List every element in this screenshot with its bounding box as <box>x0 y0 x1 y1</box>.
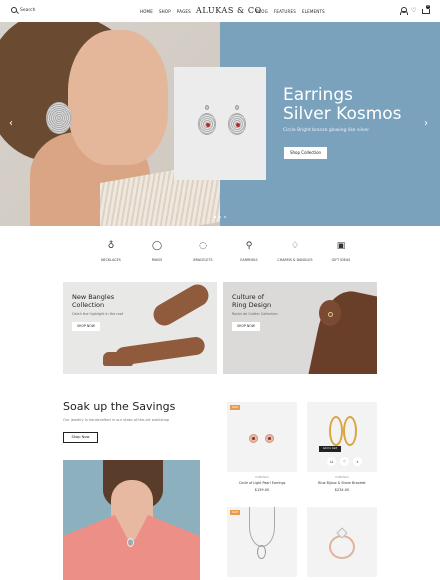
wishlist-icon[interactable]: ♡ <box>340 457 349 466</box>
hero-slider: ‹ › <box>0 22 440 226</box>
quick-actions: ⊔ ♡ ⌕ <box>327 457 362 466</box>
category-rings[interactable]: ◯ RINGS <box>142 240 172 262</box>
nav-right: BLOG FEATURES ELEMENTS <box>256 9 325 14</box>
search-icon <box>11 7 17 13</box>
sale-badge: SALE <box>230 510 240 515</box>
banner-shop-now-button[interactable]: SHOP NOW <box>72 322 100 331</box>
savings-model-image <box>63 460 200 580</box>
nav-item-blog[interactable]: BLOG <box>256 9 268 14</box>
category-earrings[interactable]: ⚲ EARRINGS <box>234 240 264 262</box>
bracelet-icon: ◌ <box>199 241 207 251</box>
shop-collection-button[interactable]: Shop Collection <box>284 147 327 159</box>
slider-dot[interactable] <box>224 216 226 218</box>
nav-item-elements[interactable]: ELEMENTS <box>302 9 325 14</box>
banner-subtitle: Catch the highlight in the roof <box>72 312 123 316</box>
ring-icon: ◯ <box>151 241 163 251</box>
nav-item-home[interactable]: HOME <box>140 9 153 14</box>
hero-product-image <box>174 67 266 180</box>
product-name[interactable]: Blue Bijoux & Stone Bracelet <box>307 481 377 485</box>
nav-item-pages[interactable]: PAGES <box>177 9 191 14</box>
banner-bangles[interactable]: New Bangles Collection Catch the highlig… <box>63 282 217 374</box>
site-logo[interactable]: ALUKAS & CO <box>196 6 262 15</box>
site-header: Search HOME SHOP PAGES ALUKAS & CO BLOG … <box>0 0 440 22</box>
cart-icon[interactable]: 0 <box>422 5 430 14</box>
nav-left: HOME SHOP PAGES <box>140 9 191 14</box>
product-image[interactable]: Add to Cart ⊔ ♡ ⌕ <box>307 402 377 472</box>
gift-icon: ▣ <box>336 241 346 251</box>
shop-now-button[interactable]: Shop Now <box>63 432 98 443</box>
savings-title: Soak up the Savings <box>63 400 176 413</box>
slider-next-icon[interactable]: › <box>424 118 428 129</box>
product-image[interactable]: SALE <box>227 507 297 577</box>
slider-prev-icon[interactable]: ‹ <box>9 118 13 129</box>
cart-icon[interactable]: ⊔ <box>327 457 336 466</box>
search-trigger[interactable]: Search <box>11 7 35 13</box>
category-necklaces[interactable]: ♁ NECKLACES <box>96 240 126 262</box>
quick-view-icon[interactable]: ⌕ <box>353 457 362 466</box>
add-to-cart-tooltip: Add to Cart <box>319 446 341 452</box>
sale-badge: SALE <box>230 405 240 410</box>
earrings-icon: ⚲ <box>245 241 253 251</box>
category-charms[interactable]: ♢ CHARMS & DANGLES <box>277 240 312 262</box>
user-icon[interactable] <box>400 7 408 15</box>
banner-shop-now-button[interactable]: SHOP NOW <box>232 322 260 331</box>
product-category: EARRINGS <box>255 476 269 479</box>
product-image[interactable] <box>307 507 377 577</box>
category-bracelets[interactable]: ◌ BRACELETS <box>188 240 218 262</box>
wishlist-icon[interactable]: ♡ <box>411 7 417 14</box>
charm-icon: ♢ <box>290 241 300 251</box>
slider-dot[interactable] <box>214 216 216 218</box>
product-image[interactable]: SALE <box>227 402 297 472</box>
ring-image <box>328 312 333 317</box>
banner-subtitle: Rocks de Cartier Collection <box>232 312 278 316</box>
necklace-icon: ♁ <box>107 241 115 251</box>
category-gift-ideas[interactable]: ▣ GIFT IDEAS <box>326 240 356 262</box>
cart-count-badge: 0 <box>426 5 430 9</box>
category-row: ♁ NECKLACES ◯ RINGS ◌ BRACELETS ⚲ EARRIN… <box>96 240 356 262</box>
product-name[interactable]: Circle of Light Pearl Earrings <box>227 481 297 485</box>
slider-dots <box>214 216 226 218</box>
product-price: $234.00 <box>334 488 350 492</box>
banner-title: New Bangles Collection <box>72 293 115 309</box>
model-earring <box>46 102 72 134</box>
nav-item-features[interactable]: FEATURES <box>274 9 296 14</box>
savings-subtitle: Our jewelry is handcrafted in our state-… <box>63 418 170 422</box>
hero-subtitle: Circle Bright bronze glowing like silver <box>283 128 370 133</box>
product-price: $159.00 <box>254 488 270 492</box>
product-category: EARRINGS <box>335 476 349 479</box>
banner-ring-design[interactable]: Culture of Ring Design Rocks de Cartier … <box>223 282 377 374</box>
pendant-image <box>127 538 134 547</box>
search-label: Search <box>20 7 36 13</box>
slider-dot[interactable] <box>219 216 221 218</box>
hero-title: Earrings Silver Kosmos <box>283 85 402 124</box>
banner-title: Culture of Ring Design <box>232 293 272 309</box>
header-icons: ♡ 0 <box>400 5 430 15</box>
nav-item-shop[interactable]: SHOP <box>159 9 171 14</box>
